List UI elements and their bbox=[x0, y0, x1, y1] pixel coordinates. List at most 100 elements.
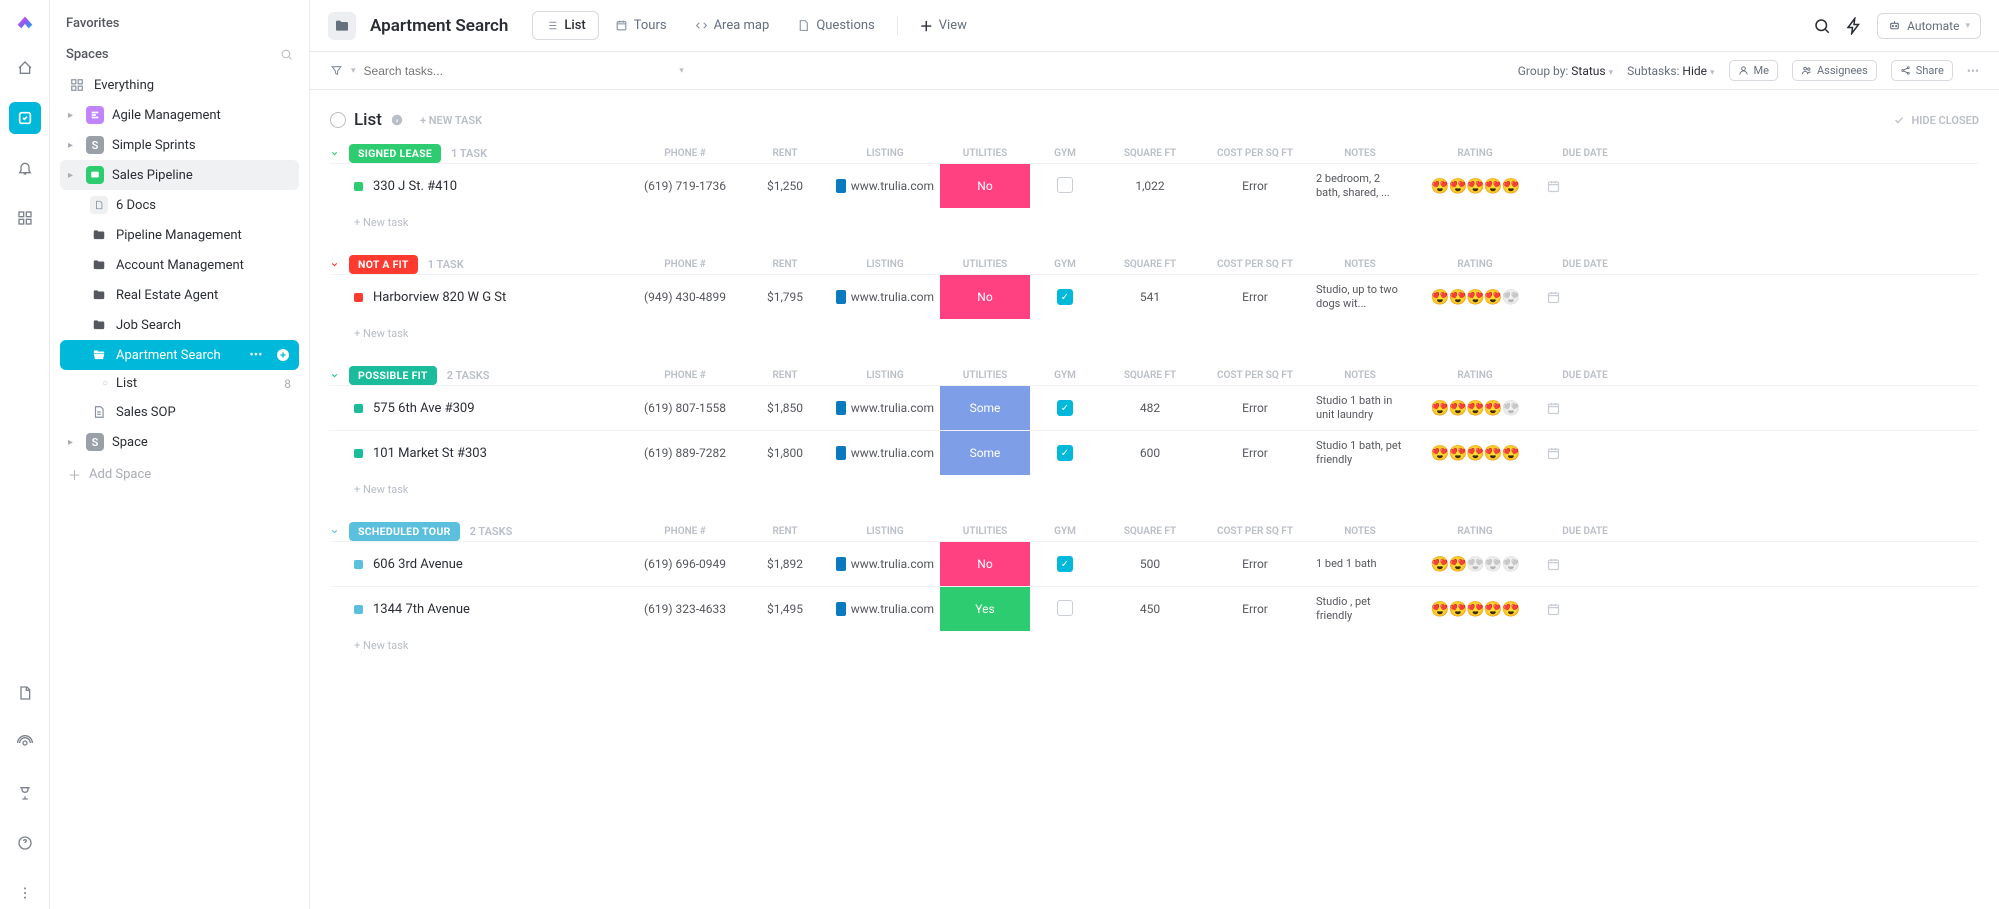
column-header[interactable]: COST PER SQ FT bbox=[1200, 366, 1310, 385]
status-badge[interactable]: POSSIBLE FIT bbox=[349, 366, 437, 385]
sqft-cell[interactable]: 450 bbox=[1100, 598, 1200, 620]
rating-cell[interactable]: 😍😍😍😍😍 bbox=[1410, 173, 1540, 199]
view-tab-questions[interactable]: Questions bbox=[785, 12, 886, 39]
notes-cell[interactable]: 2 bedroom, 2 bath, shared, ... bbox=[1310, 168, 1410, 205]
column-header[interactable]: RATING bbox=[1410, 522, 1540, 541]
duedate-cell[interactable] bbox=[1540, 286, 1630, 309]
column-header[interactable]: GYM bbox=[1030, 522, 1100, 541]
column-header[interactable]: RATING bbox=[1410, 255, 1540, 274]
status-square-icon[interactable] bbox=[354, 449, 363, 458]
more-icon[interactable] bbox=[9, 877, 41, 909]
task-row[interactable]: 606 3rd Avenue (619) 696-0949 $1,892 www… bbox=[330, 541, 1979, 586]
assignees-button[interactable]: Assignees bbox=[1792, 60, 1877, 81]
column-header[interactable]: GYM bbox=[1030, 144, 1100, 163]
sidebar-space-sales[interactable]: ▸ Sales Pipeline bbox=[60, 160, 299, 190]
new-task-link[interactable]: + New task bbox=[330, 475, 1979, 496]
favorites-header[interactable]: Favorites bbox=[60, 8, 299, 39]
notifications-icon[interactable] bbox=[9, 152, 41, 184]
column-header[interactable]: NOTES bbox=[1310, 144, 1410, 163]
listing-cell[interactable]: www.trulia.com bbox=[830, 286, 940, 308]
utilities-cell[interactable]: No bbox=[940, 275, 1030, 319]
sqft-cell[interactable]: 541 bbox=[1100, 286, 1200, 308]
column-header[interactable]: RENT bbox=[740, 144, 830, 163]
task-name[interactable]: 330 J St. #410 bbox=[373, 179, 457, 194]
column-header[interactable]: COST PER SQ FT bbox=[1200, 144, 1310, 163]
listing-cell[interactable]: www.trulia.com bbox=[830, 598, 940, 620]
subtasks-label[interactable]: Subtasks: Hide ▾ bbox=[1627, 64, 1714, 78]
sidebar-folder-pipeline[interactable]: Pipeline Management bbox=[60, 220, 299, 250]
sidebar-space-sprints[interactable]: ▸ S Simple Sprints bbox=[60, 130, 299, 160]
status-square-icon[interactable] bbox=[354, 605, 363, 614]
utilities-cell[interactable]: Yes bbox=[940, 587, 1030, 631]
column-header[interactable]: DUE DATE bbox=[1540, 522, 1630, 541]
column-header[interactable]: RENT bbox=[740, 522, 830, 541]
rating-cell[interactable]: 😍😍😍😍😍 bbox=[1410, 395, 1540, 421]
tasks-icon[interactable] bbox=[9, 102, 41, 134]
task-name[interactable]: 575 6th Ave #309 bbox=[373, 401, 475, 416]
duedate-cell[interactable] bbox=[1540, 553, 1630, 576]
task-name[interactable]: 101 Market St #303 bbox=[373, 446, 487, 461]
column-header[interactable]: LISTING bbox=[830, 522, 940, 541]
column-header[interactable]: SQUARE FT bbox=[1100, 255, 1200, 274]
column-header[interactable]: RATING bbox=[1410, 366, 1540, 385]
sidebar-space-generic[interactable]: ▸ S Space bbox=[60, 427, 299, 457]
column-header[interactable]: LISTING bbox=[830, 255, 940, 274]
gym-cell[interactable]: ✓ bbox=[1030, 396, 1100, 421]
status-badge[interactable]: SCHEDULED TOUR bbox=[349, 522, 460, 541]
search-input[interactable] bbox=[364, 64, 504, 78]
task-name[interactable]: 1344 7th Avenue bbox=[373, 602, 470, 617]
collapse-icon[interactable] bbox=[330, 371, 339, 380]
phone-cell[interactable]: (619) 889-7282 bbox=[630, 442, 740, 464]
info-icon[interactable] bbox=[390, 113, 404, 127]
collapse-icon[interactable] bbox=[330, 149, 339, 158]
column-header[interactable]: PHONE # bbox=[630, 144, 740, 163]
sidebar-space-agile[interactable]: ▸ Agile Management bbox=[60, 100, 299, 130]
notes-cell[interactable]: Studio 1 bath in unit laundry bbox=[1310, 390, 1410, 427]
listing-cell[interactable]: www.trulia.com bbox=[830, 175, 940, 197]
sidebar-list-item[interactable]: ○ List 8 bbox=[60, 370, 299, 397]
item-actions[interactable]: ••• bbox=[249, 347, 291, 363]
checkbox[interactable]: ✓ bbox=[1057, 556, 1073, 572]
search-icon[interactable] bbox=[1813, 17, 1831, 35]
status-square-icon[interactable] bbox=[354, 293, 363, 302]
sidebar-folder-jobsearch[interactable]: Job Search bbox=[60, 310, 299, 340]
sidebar-folder-realestate[interactable]: Real Estate Agent bbox=[60, 280, 299, 310]
task-row[interactable]: 101 Market St #303 (619) 889-7282 $1,800… bbox=[330, 430, 1979, 475]
column-header[interactable]: RATING bbox=[1410, 144, 1540, 163]
gym-cell[interactable] bbox=[1030, 173, 1100, 200]
new-task-link[interactable]: + New task bbox=[330, 631, 1979, 652]
column-header[interactable]: PHONE # bbox=[630, 522, 740, 541]
cost-cell[interactable]: Error bbox=[1200, 175, 1310, 197]
add-space-button[interactable]: ＋ Add Space bbox=[60, 457, 299, 492]
rating-cell[interactable]: 😍😍😍😍😍 bbox=[1410, 284, 1540, 310]
column-header[interactable]: DUE DATE bbox=[1540, 255, 1630, 274]
gym-cell[interactable] bbox=[1030, 596, 1100, 623]
column-header[interactable]: UTILITIES bbox=[940, 366, 1030, 385]
new-task-link[interactable]: + New task bbox=[330, 319, 1979, 340]
column-header[interactable]: DUE DATE bbox=[1540, 144, 1630, 163]
notes-cell[interactable]: Studio 1 bath, pet friendly bbox=[1310, 435, 1410, 472]
listing-cell[interactable]: www.trulia.com bbox=[830, 553, 940, 575]
checkbox[interactable]: ✓ bbox=[1057, 445, 1073, 461]
column-header[interactable]: SQUARE FT bbox=[1100, 144, 1200, 163]
phone-cell[interactable]: (619) 719-1736 bbox=[630, 175, 740, 197]
automate-button[interactable]: Automate ▾ bbox=[1877, 13, 1981, 39]
sidebar-everything[interactable]: Everything bbox=[60, 70, 299, 100]
column-header[interactable]: LISTING bbox=[830, 144, 940, 163]
apps-icon[interactable] bbox=[9, 202, 41, 234]
chevron-down-icon[interactable]: ▾ bbox=[351, 66, 356, 76]
sidebar-sales-sop[interactable]: Sales SOP bbox=[60, 397, 299, 427]
column-header[interactable]: PHONE # bbox=[630, 255, 740, 274]
chevron-down-icon[interactable]: ▾ bbox=[679, 66, 684, 76]
status-square-icon[interactable] bbox=[354, 182, 363, 191]
duedate-cell[interactable] bbox=[1540, 175, 1630, 198]
hide-closed-button[interactable]: HIDE CLOSED bbox=[1893, 114, 1979, 127]
column-header[interactable]: UTILITIES bbox=[940, 522, 1030, 541]
task-row[interactable]: 330 J St. #410 (619) 719-1736 $1,250 www… bbox=[330, 163, 1979, 208]
column-header[interactable]: SQUARE FT bbox=[1100, 522, 1200, 541]
new-task-button[interactable]: + NEW TASK bbox=[420, 114, 482, 127]
gym-cell[interactable]: ✓ bbox=[1030, 285, 1100, 310]
phone-cell[interactable]: (619) 807-1558 bbox=[630, 397, 740, 419]
notes-cell[interactable]: Studio, up to two dogs wit... bbox=[1310, 279, 1410, 316]
collapse-icon[interactable] bbox=[330, 527, 339, 536]
